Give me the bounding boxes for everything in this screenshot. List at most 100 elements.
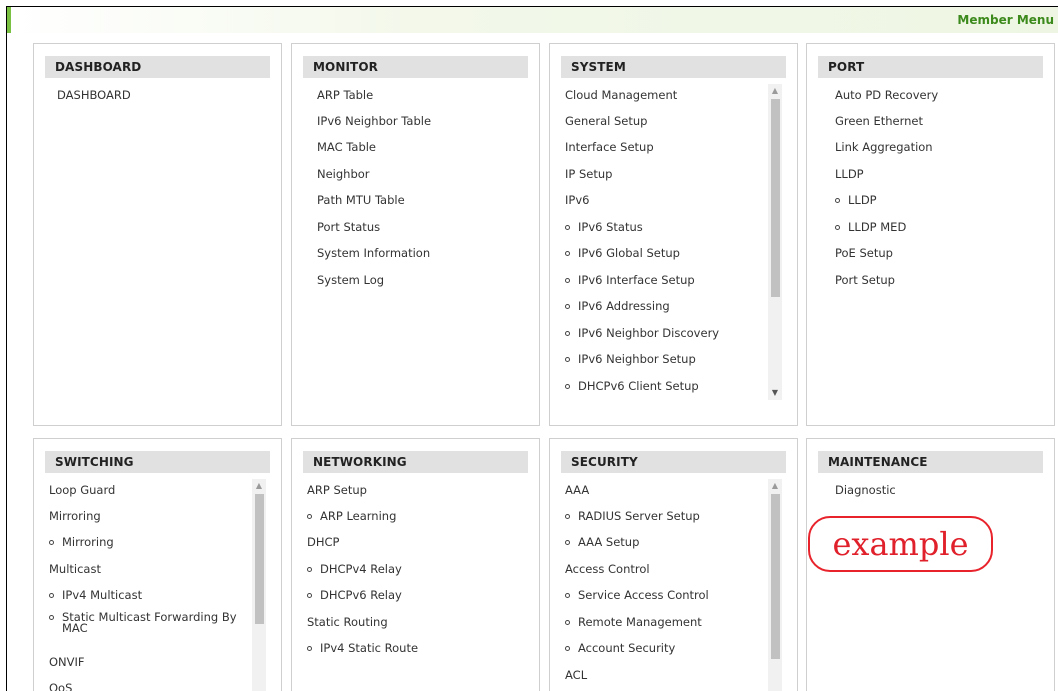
menu-subitem[interactable]: IPv4 Static Route: [307, 641, 418, 655]
menu-subitem[interactable]: DHCPv6 Client Setup: [565, 379, 699, 393]
bullet-circle-icon: [565, 514, 570, 519]
panel-title: MONITOR: [303, 56, 528, 78]
menu-item-poe-setup[interactable]: PoE Setup: [835, 246, 893, 260]
menu-item-ip-setup[interactable]: IP Setup: [565, 167, 612, 181]
scroll-up-arrow-icon[interactable]: ▲: [252, 479, 266, 493]
menu-item-link-aggregation[interactable]: Link Aggregation: [835, 140, 933, 154]
menu-item-green-ethernet[interactable]: Green Ethernet: [835, 114, 923, 128]
scroll-up-arrow-icon[interactable]: ▲: [768, 84, 782, 98]
panel-title: PORT: [818, 56, 1043, 78]
bullet-circle-icon: [307, 593, 312, 598]
menu-item-dhcp[interactable]: DHCP: [307, 535, 339, 549]
member-menu-title: Member Menu: [957, 13, 1054, 27]
bullet-circle-icon: [49, 593, 54, 598]
panel-title: SYSTEM: [561, 56, 786, 78]
bullet-circle-icon: [565, 384, 570, 389]
header-bar: Member Menu: [7, 7, 1058, 33]
bullet-circle-icon: [565, 304, 570, 309]
bullet-circle-icon: [565, 540, 570, 545]
panel-switching: SWITCHING Loop Guard Mirroring Mirroring…: [33, 438, 282, 691]
menu-item-auto-pd-recovery[interactable]: Auto PD Recovery: [835, 88, 938, 102]
panel-networking: NETWORKING ARP Setup ARP Learning DHCP D…: [291, 438, 540, 691]
menu-subitem[interactable]: DHCPv4 Relay: [307, 562, 402, 576]
panel-title: MAINTENANCE: [818, 451, 1043, 473]
scrollbar-thumb[interactable]: [771, 494, 780, 659]
scrollbar[interactable]: ▲ ▼: [768, 84, 782, 400]
bullet-circle-icon: [307, 646, 312, 651]
menu-item-onvif[interactable]: ONVIF: [49, 655, 85, 669]
bullet-circle-icon: [565, 646, 570, 651]
menu-item-cloud-management[interactable]: Cloud Management: [565, 88, 677, 102]
menu-subitem[interactable]: RADIUS Server Setup: [565, 509, 700, 523]
menu-item-dashboard[interactable]: DASHBOARD: [57, 88, 131, 102]
bullet-circle-icon: [307, 567, 312, 572]
menu-subitem[interactable]: Account Security: [565, 641, 675, 655]
menu-item-mirroring[interactable]: Mirroring: [49, 509, 101, 523]
panel-title: SWITCHING: [45, 451, 270, 473]
bullet-circle-icon: [565, 593, 570, 598]
menu-subitem[interactable]: IPv6 Status: [565, 220, 643, 234]
menu-item-qos[interactable]: QoS: [49, 681, 72, 691]
bullet-circle-icon: [307, 514, 312, 519]
menu-subitem[interactable]: IPv4 Multicast: [49, 588, 142, 602]
bullet-circle-icon: [49, 615, 54, 620]
panel-title: SECURITY: [561, 451, 786, 473]
bullet-circle-icon: [835, 225, 840, 230]
menu-item-arp-setup[interactable]: ARP Setup: [307, 483, 367, 497]
panel-title: DASHBOARD: [45, 56, 270, 78]
bullet-circle-icon: [565, 620, 570, 625]
bullet-circle-icon: [565, 278, 570, 283]
menu-item-mac-table[interactable]: MAC Table: [317, 140, 376, 154]
menu-item-system-information[interactable]: System Information: [317, 246, 430, 260]
panel-system: SYSTEM Cloud Management General Setup In…: [549, 43, 798, 426]
menu-item-ipv6[interactable]: IPv6: [565, 193, 589, 207]
menu-item-port-setup[interactable]: Port Setup: [835, 273, 895, 287]
menu-subitem[interactable]: Remote Management: [565, 615, 702, 629]
menu-item-lldp[interactable]: LLDP: [835, 167, 864, 181]
bullet-circle-icon: [565, 225, 570, 230]
menu-subitem[interactable]: IPv6 Global Setup: [565, 246, 680, 260]
menu-item-diagnostic[interactable]: Diagnostic: [835, 483, 896, 497]
menu-subitem[interactable]: Mirroring: [49, 535, 114, 549]
panel-monitor: MONITOR ARP Table IPv6 Neighbor Table MA…: [291, 43, 540, 426]
panel-title: NETWORKING: [303, 451, 528, 473]
header-accent: [7, 7, 11, 33]
menu-subitem[interactable]: DHCPv6 Relay: [307, 588, 402, 602]
menu-item-port-status[interactable]: Port Status: [317, 220, 380, 234]
bullet-circle-icon: [49, 540, 54, 545]
scroll-up-arrow-icon[interactable]: ▲: [768, 479, 782, 493]
menu-item-multicast[interactable]: Multicast: [49, 562, 101, 576]
menu-item-system-log[interactable]: System Log: [317, 273, 384, 287]
menu-subitem[interactable]: IPv6 Neighbor Setup: [565, 352, 696, 366]
menu-subitem[interactable]: IPv6 Interface Setup: [565, 273, 695, 287]
menu-subitem[interactable]: LLDP MED: [835, 220, 906, 234]
menu-item-static-routing[interactable]: Static Routing: [307, 615, 388, 629]
menu-subitem[interactable]: Service Access Control: [565, 588, 709, 602]
example-stamp: example: [808, 516, 993, 572]
scroll-down-arrow-icon[interactable]: ▼: [768, 386, 782, 400]
menu-item-interface-setup[interactable]: Interface Setup: [565, 140, 654, 154]
menu-subitem[interactable]: ARP Learning: [307, 509, 396, 523]
menu-subitem[interactable]: LLDP: [835, 193, 877, 207]
scrollbar[interactable]: ▲: [252, 479, 266, 691]
panel-dashboard: DASHBOARD DASHBOARD: [33, 43, 282, 426]
menu-item-access-control[interactable]: Access Control: [565, 562, 650, 576]
menu-item-general-setup[interactable]: General Setup: [565, 114, 647, 128]
menu-item-neighbor[interactable]: Neighbor: [317, 167, 370, 181]
bullet-circle-icon: [565, 251, 570, 256]
menu-item-ipv6-neighbor-table[interactable]: IPv6 Neighbor Table: [317, 114, 431, 128]
menu-subitem[interactable]: Static Multicast Forwarding By MAC: [49, 611, 242, 634]
menu-item-aaa[interactable]: AAA: [565, 483, 589, 497]
menu-item-arp-table[interactable]: ARP Table: [317, 88, 373, 102]
menu-subitem[interactable]: AAA Setup: [565, 535, 639, 549]
scrollbar[interactable]: ▲: [768, 479, 782, 691]
scrollbar-thumb[interactable]: [771, 99, 780, 297]
menu-item-loop-guard[interactable]: Loop Guard: [49, 483, 115, 497]
panel-port: PORT Auto PD Recovery Green Ethernet Lin…: [806, 43, 1055, 426]
menu-subitem[interactable]: IPv6 Neighbor Discovery: [565, 326, 719, 340]
menu-subitem[interactable]: IPv6 Addressing: [565, 299, 670, 313]
menu-item-acl[interactable]: ACL: [565, 668, 587, 682]
scrollbar-thumb[interactable]: [255, 494, 264, 624]
panel-security: SECURITY AAA RADIUS Server Setup AAA Set…: [549, 438, 798, 691]
menu-item-path-mtu-table[interactable]: Path MTU Table: [317, 193, 405, 207]
